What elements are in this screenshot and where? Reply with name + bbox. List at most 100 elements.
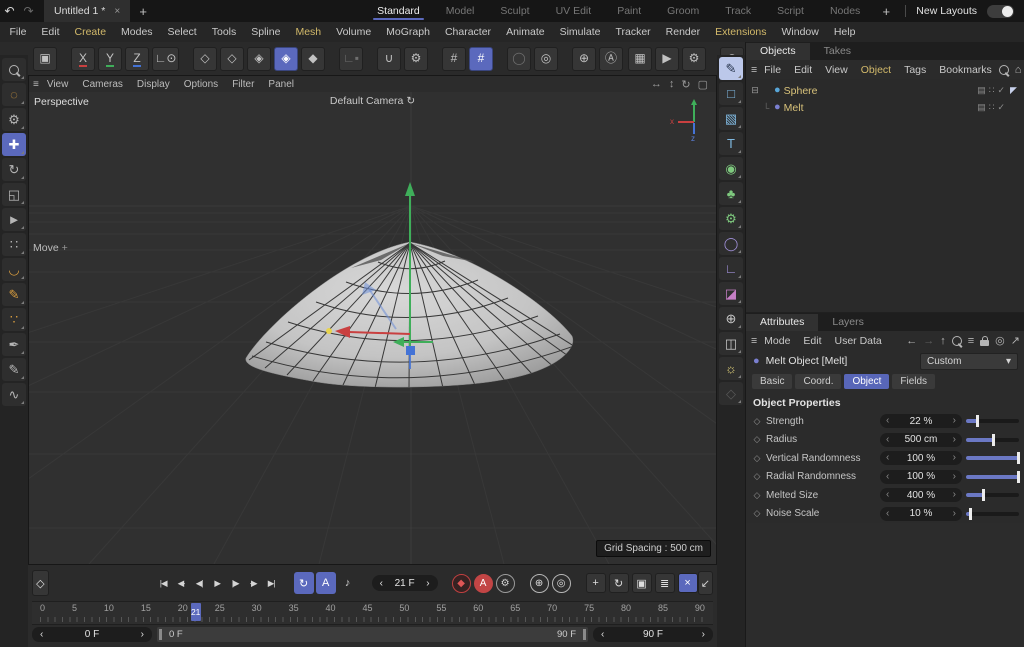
- rotation-track-button[interactable]: ↻: [608, 573, 629, 593]
- viewport-menu-item[interactable]: Options: [178, 79, 224, 90]
- workplane-object-button[interactable]: ∟: [719, 257, 743, 280]
- menu-item[interactable]: Animate: [499, 26, 553, 38]
- snap-keys-button[interactable]: ×: [677, 573, 698, 593]
- axis-center-button[interactable]: ◎: [534, 47, 558, 71]
- scale-track-button[interactable]: ▣: [631, 573, 652, 593]
- attr-menu-item[interactable]: User Data: [829, 335, 888, 347]
- goto-start-button[interactable]: |◀: [155, 572, 172, 594]
- polygon-tag-icon[interactable]: ◤: [1008, 85, 1019, 96]
- decrement-icon[interactable]: ‹: [886, 490, 889, 500]
- layout-tab[interactable]: Groom: [654, 0, 712, 22]
- object-name[interactable]: Sphere: [784, 85, 818, 97]
- property-value[interactable]: 500 cm: [905, 434, 938, 445]
- environment-button[interactable]: ⊕: [719, 307, 743, 330]
- layout-tab[interactable]: Sculpt: [487, 0, 542, 22]
- om-menu-item[interactable]: Edit: [788, 64, 818, 76]
- primitive-object-button[interactable]: ▧: [719, 107, 743, 130]
- render-view-button[interactable]: ▦: [628, 47, 652, 71]
- loop-playback-button[interactable]: ↻: [293, 572, 314, 594]
- prev-key-button[interactable]: ◀∙: [173, 572, 190, 594]
- lock-icon[interactable]: [980, 336, 990, 346]
- property-value[interactable]: 100 %: [907, 453, 935, 464]
- section-tab[interactable]: Basic: [752, 374, 793, 389]
- property-slider[interactable]: [966, 470, 1020, 484]
- selection-move-button[interactable]: ►: [2, 208, 26, 231]
- layout-tab[interactable]: Paint: [604, 0, 654, 22]
- record-position-button[interactable]: ⊕: [529, 573, 549, 593]
- current-frame-value[interactable]: 21 F: [395, 578, 415, 589]
- menu-item[interactable]: Render: [658, 26, 707, 38]
- play-sound-button[interactable]: ♪: [338, 572, 358, 594]
- layout-tab[interactable]: Script: [764, 0, 817, 22]
- lock-y-axis-button[interactable]: Y: [98, 47, 122, 71]
- coordinate-system-button[interactable]: ∟⊙: [152, 47, 179, 71]
- decrement-icon[interactable]: ‹: [886, 434, 889, 445]
- smear-tool-button[interactable]: ◡: [2, 258, 26, 281]
- subdivision-surface-button[interactable]: ◉: [719, 157, 743, 180]
- pla-track-button[interactable]: ≣: [654, 573, 675, 593]
- enabled-check-icon[interactable]: ✓: [997, 85, 1005, 96]
- up-icon[interactable]: ↑: [940, 335, 946, 347]
- preview-range-bar[interactable]: 0 F 90 F: [157, 627, 588, 642]
- slider-thumb[interactable]: [1017, 452, 1020, 465]
- attr-menu-item[interactable]: Edit: [797, 335, 827, 347]
- layout-tab[interactable]: Model: [433, 0, 488, 22]
- external-window-icon[interactable]: ↗: [1011, 334, 1020, 347]
- property-value[interactable]: 10 %: [910, 508, 933, 519]
- range-handle-right[interactable]: [583, 629, 586, 640]
- menu-item[interactable]: Volume: [329, 26, 379, 38]
- pan-icon[interactable]: ↔: [651, 78, 662, 91]
- om-menu-item[interactable]: Object: [855, 64, 897, 76]
- visibility-dots-icon[interactable]: ∷: [989, 85, 995, 96]
- viewport-menu-item[interactable]: Filter: [226, 79, 260, 90]
- menu-item[interactable]: Simulate: [552, 26, 608, 38]
- snap-settings-button[interactable]: ⚙: [404, 47, 428, 71]
- model-mode-button[interactable]: ◈: [274, 47, 298, 71]
- axis-modify-button[interactable]: ◯: [507, 47, 531, 71]
- range-start-value[interactable]: 0 F: [85, 629, 99, 640]
- points-mode-button[interactable]: ◇: [193, 47, 217, 71]
- range-start-spinner[interactable]: ‹ 0 F ›: [32, 627, 152, 642]
- edges-mode-button[interactable]: ◇: [220, 47, 244, 71]
- property-slider[interactable]: [966, 488, 1019, 502]
- range-handle-left[interactable]: [159, 629, 162, 640]
- playhead[interactable]: 21: [190, 603, 201, 621]
- forward-icon[interactable]: →: [923, 335, 934, 347]
- find-tool-button[interactable]: [2, 58, 26, 81]
- om-menu-item[interactable]: File: [758, 64, 787, 76]
- object-tree-row[interactable]: └ ● Melt ▤ ∷ ✓: [746, 99, 1024, 116]
- add-layout-button[interactable]: +: [873, 4, 899, 19]
- move-tool-button[interactable]: ✚: [2, 133, 26, 156]
- orbit-icon[interactable]: ↻: [681, 78, 690, 91]
- decrement-icon[interactable]: ‹: [886, 508, 889, 519]
- preset-dropdown[interactable]: Custom ▾: [920, 352, 1018, 370]
- snap-3d-button[interactable]: ⊕: [572, 47, 596, 71]
- menu-item[interactable]: Mesh: [288, 26, 329, 38]
- increment-icon[interactable]: ›: [953, 434, 956, 445]
- omni-move-button[interactable]: ∷: [2, 233, 26, 256]
- layer-stack-icon[interactable]: ▤: [977, 85, 986, 96]
- property-value-spinner[interactable]: ‹ 100 % ›: [880, 469, 962, 484]
- property-value-spinner[interactable]: ‹ 100 % ›: [880, 451, 962, 466]
- redo-icon[interactable]: ↷: [19, 4, 38, 18]
- current-frame-spinner[interactable]: ‹ 21 F ›: [371, 575, 438, 591]
- tweak-selection-button[interactable]: ⚙: [2, 108, 26, 131]
- autokeying-button[interactable]: A: [473, 573, 493, 593]
- attr-hamburger-icon[interactable]: ≡: [751, 335, 757, 347]
- viewport-hamburger-icon[interactable]: ≡: [33, 79, 39, 90]
- motext-button[interactable]: T: [719, 132, 743, 155]
- frame-increment-icon[interactable]: ›: [426, 578, 429, 589]
- range-end-spinner[interactable]: ‹ 90 F ›: [593, 627, 713, 642]
- next-frame-button[interactable]: |▶: [227, 572, 244, 594]
- slider-thumb[interactable]: [969, 507, 973, 520]
- auto-snap-button[interactable]: Ⓐ: [599, 47, 623, 71]
- property-value-spinner[interactable]: ‹ 400 % ›: [880, 488, 962, 503]
- menu-item[interactable]: Help: [826, 26, 863, 38]
- filter-icon[interactable]: ≡: [968, 335, 974, 347]
- scale-tool-button[interactable]: ◱: [2, 183, 26, 206]
- viewport-menu-item[interactable]: Panel: [262, 79, 300, 90]
- record-keyframe-button[interactable]: ◆: [451, 573, 471, 593]
- keyframe-diamond-icon[interactable]: ◇: [752, 490, 762, 501]
- increment-icon[interactable]: ›: [953, 508, 956, 519]
- om-menu-item[interactable]: View: [819, 64, 854, 76]
